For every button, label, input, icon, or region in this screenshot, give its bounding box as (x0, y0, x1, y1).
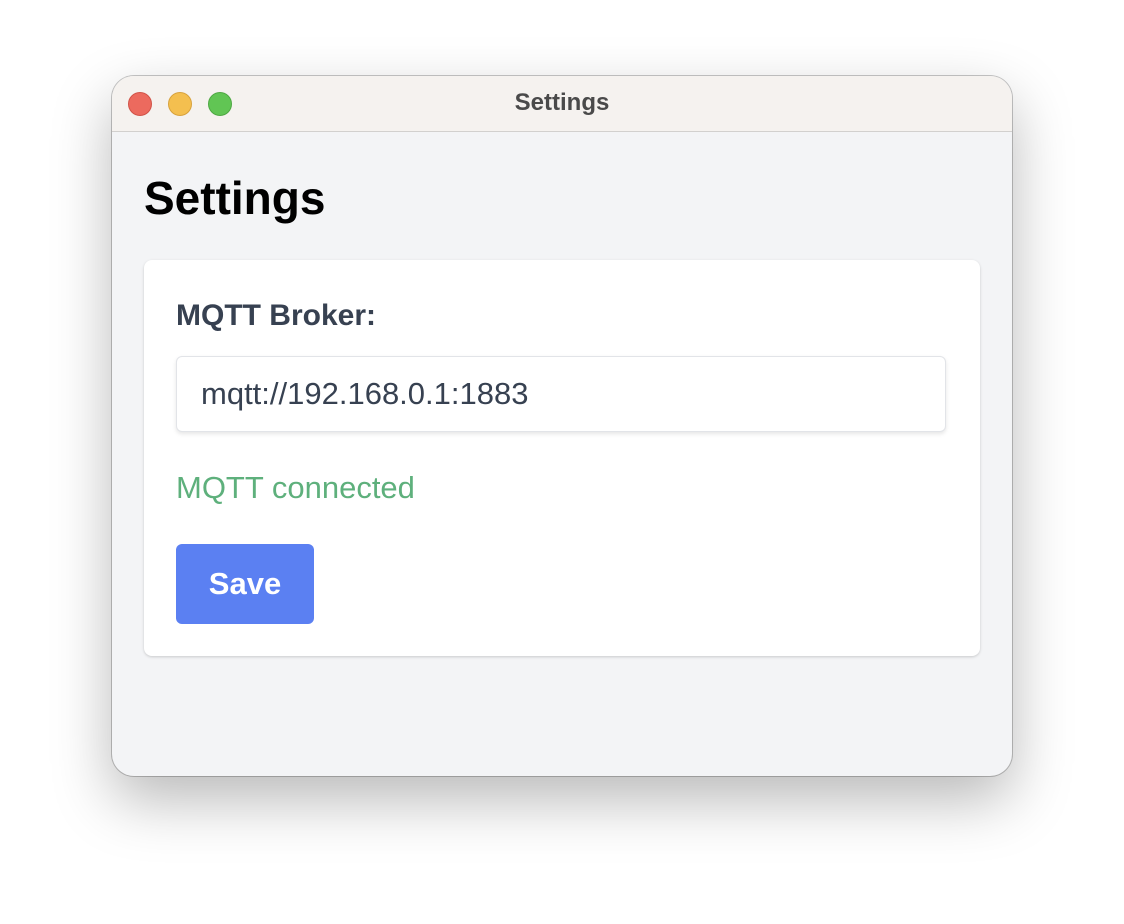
title-bar: Settings (112, 76, 1012, 132)
window-content: Settings MQTT Broker: MQTT connected Sav… (112, 132, 1012, 776)
save-button[interactable]: Save (176, 544, 314, 624)
broker-label: MQTT Broker: (176, 299, 377, 332)
broker-input[interactable] (176, 356, 946, 432)
page-title: Settings (144, 172, 326, 224)
connection-status: MQTT connected (176, 470, 415, 505)
settings-card: MQTT Broker: MQTT connected Save (144, 260, 980, 656)
window-title: Settings (514, 89, 610, 116)
settings-window: Settings Settings MQTT Broker: MQTT conn… (112, 76, 1012, 776)
